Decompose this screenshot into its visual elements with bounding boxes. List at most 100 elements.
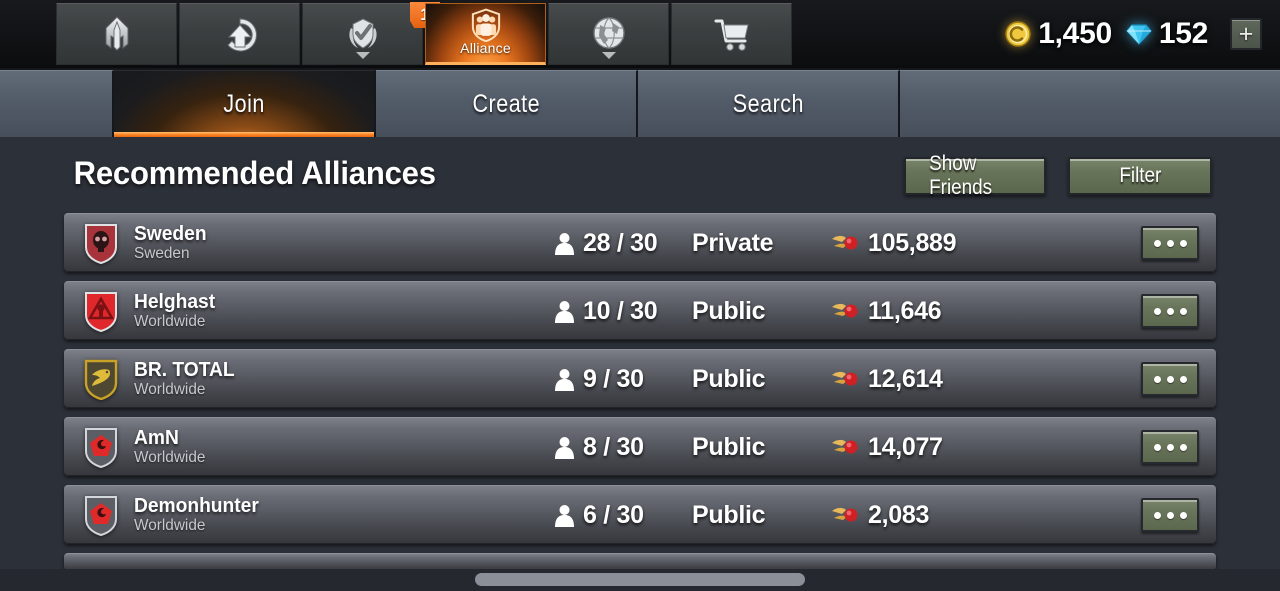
show-friends-button[interactable]: Show Friends — [904, 152, 1046, 199]
alliance-score: 105,889 — [832, 229, 1068, 258]
row-menu-button[interactable] — [1141, 226, 1199, 260]
tab-join-label: Join — [223, 89, 265, 118]
tab-create-label: Create — [472, 89, 540, 118]
row-menu-button[interactable] — [1141, 294, 1199, 328]
add-currency-label: + — [1238, 20, 1254, 48]
nav-button-missions[interactable]: 1 — [302, 2, 440, 65]
table-row[interactable]: AmN Worldwide 8 / 30 Public 14,077 — [64, 417, 1216, 476]
tab-search-label: Search — [732, 89, 804, 118]
privacy-value: Private — [692, 228, 774, 257]
ellipsis-icon — [1153, 375, 1161, 383]
nav-button-shop[interactable] — [671, 3, 792, 65]
member-count: 28 / 30 — [554, 229, 692, 258]
alliance-stats: 8 / 30 Public 14,077 — [554, 433, 1068, 462]
alliance-region: Worldwide — [134, 312, 206, 330]
row-menu-button[interactable] — [1141, 498, 1199, 532]
shop-cart-icon — [714, 19, 749, 51]
score-value: 105,889 — [868, 228, 957, 257]
alliance-name: Demonhunter — [134, 494, 259, 517]
tab-right-spacer — [900, 70, 1280, 137]
ellipsis-icon — [1166, 511, 1174, 519]
ellipsis-icon — [1179, 239, 1187, 247]
bird-shield-gold-icon — [84, 359, 118, 400]
tab-left-spacer — [0, 70, 114, 137]
claw-shield-gray-icon — [85, 495, 117, 536]
member-count: 8 / 30 — [554, 433, 692, 462]
privacy-value: Public — [692, 500, 766, 529]
table-row[interactable]: Helghast Worldwide 10 / 30 Public 11,646 — [64, 281, 1216, 340]
section-tab-bar: Join Create Search — [0, 70, 1280, 137]
ellipsis-icon — [1166, 375, 1174, 383]
alliance-list[interactable]: Sweden Sweden 28 / 30 Private 105,889 He… — [0, 213, 1280, 571]
upgrade-arrow-icon — [226, 18, 257, 52]
row-menu-button[interactable] — [1141, 430, 1199, 464]
member-count: 6 / 30 — [554, 501, 692, 530]
alliance-region: Sweden — [134, 244, 190, 262]
tab-create[interactable]: Create — [376, 70, 638, 137]
table-row[interactable]: BR. TOTAL Worldwide 9 / 30 Public 12,614 — [64, 349, 1216, 408]
ellipsis-icon — [1153, 239, 1161, 247]
nav-button-alliance[interactable]: Alliance — [425, 3, 546, 65]
coin-value: 1,450 — [1038, 17, 1112, 50]
page-title: Recommended Alliances — [73, 155, 436, 191]
tab-join[interactable]: Join — [114, 70, 376, 137]
alliance-score: 14,077 — [832, 433, 1068, 462]
rocket-icon — [105, 16, 128, 51]
alliance-name: Helghast — [134, 290, 216, 313]
ellipsis-icon — [1166, 307, 1174, 315]
filter-button[interactable]: Filter — [1068, 157, 1212, 195]
table-row[interactable]: Demonhunter Worldwide 6 / 30 Public 2,08… — [64, 485, 1216, 544]
alliance-shield-icon — [471, 7, 500, 42]
coin-balance[interactable]: 1,450 — [1005, 17, 1112, 51]
add-currency-button[interactable]: + — [1230, 18, 1262, 50]
alliance-region: Worldwide — [134, 516, 206, 534]
ellipsis-icon — [1179, 375, 1187, 383]
row-menu-button[interactable] — [1141, 362, 1199, 396]
chevron-down-icon — [601, 52, 616, 59]
member-silhouette-icon — [555, 232, 574, 255]
member-silhouette-icon — [555, 504, 574, 527]
score-value: 14,077 — [868, 432, 943, 461]
score-value: 11,646 — [868, 296, 942, 325]
scrollbar-thumb[interactable] — [475, 573, 805, 586]
filter-label: Filter — [1118, 164, 1161, 187]
triangle-shield-red-icon — [85, 291, 117, 332]
alliance-stats: 10 / 30 Public 11,646 — [554, 297, 1068, 326]
skull-shield-red-icon — [85, 223, 117, 264]
ellipsis-icon — [1166, 443, 1174, 451]
score-value: 12,614 — [868, 364, 943, 393]
gem-balance[interactable]: 152 — [1126, 17, 1208, 51]
nav-button-group: 1 Alliance — [56, 2, 792, 65]
member-count-value: 9 / 30 — [583, 364, 644, 393]
red-comet-icon — [832, 235, 858, 250]
header-action-group: Show Friends Filter — [904, 152, 1212, 199]
tab-search[interactable]: Search — [638, 70, 900, 137]
privacy-value: Public — [692, 296, 766, 325]
blue-gem-icon — [1126, 24, 1152, 45]
member-silhouette-icon — [555, 300, 574, 323]
score-value: 2,083 — [868, 500, 930, 529]
alliance-region: Worldwide — [134, 380, 206, 398]
alliance-stats: 28 / 30 Private 105,889 — [554, 229, 1068, 258]
horizontal-scrollbar[interactable] — [0, 569, 1280, 591]
member-count-value: 6 / 30 — [583, 500, 644, 529]
nav-button-world[interactable] — [548, 3, 669, 65]
nav-button-alliance-label: Alliance — [460, 39, 511, 56]
claw-shield-gray-icon — [85, 427, 117, 468]
alliance-stats: 9 / 30 Public 12,614 — [554, 365, 1068, 394]
chevron-down-icon — [355, 52, 370, 59]
alliance-identity: AmN Worldwide — [134, 426, 554, 467]
privacy-setting: Public — [692, 501, 832, 530]
page-header: Recommended Alliances Show Friends Filte… — [0, 137, 1280, 213]
missions-wreath-check-icon — [348, 18, 377, 49]
member-count-value: 10 / 30 — [583, 296, 658, 325]
table-row[interactable]: Sweden Sweden 28 / 30 Private 105,889 — [64, 213, 1216, 272]
red-comet-icon — [832, 371, 858, 386]
ellipsis-icon — [1166, 239, 1174, 247]
currency-display: 1,450 152 + — [1005, 0, 1262, 68]
nav-button-base[interactable] — [56, 3, 177, 65]
nav-button-upgrade[interactable] — [179, 3, 300, 65]
alliance-name: AmN — [134, 426, 179, 449]
member-count-value: 28 / 30 — [583, 228, 658, 257]
privacy-setting: Private — [692, 229, 832, 258]
